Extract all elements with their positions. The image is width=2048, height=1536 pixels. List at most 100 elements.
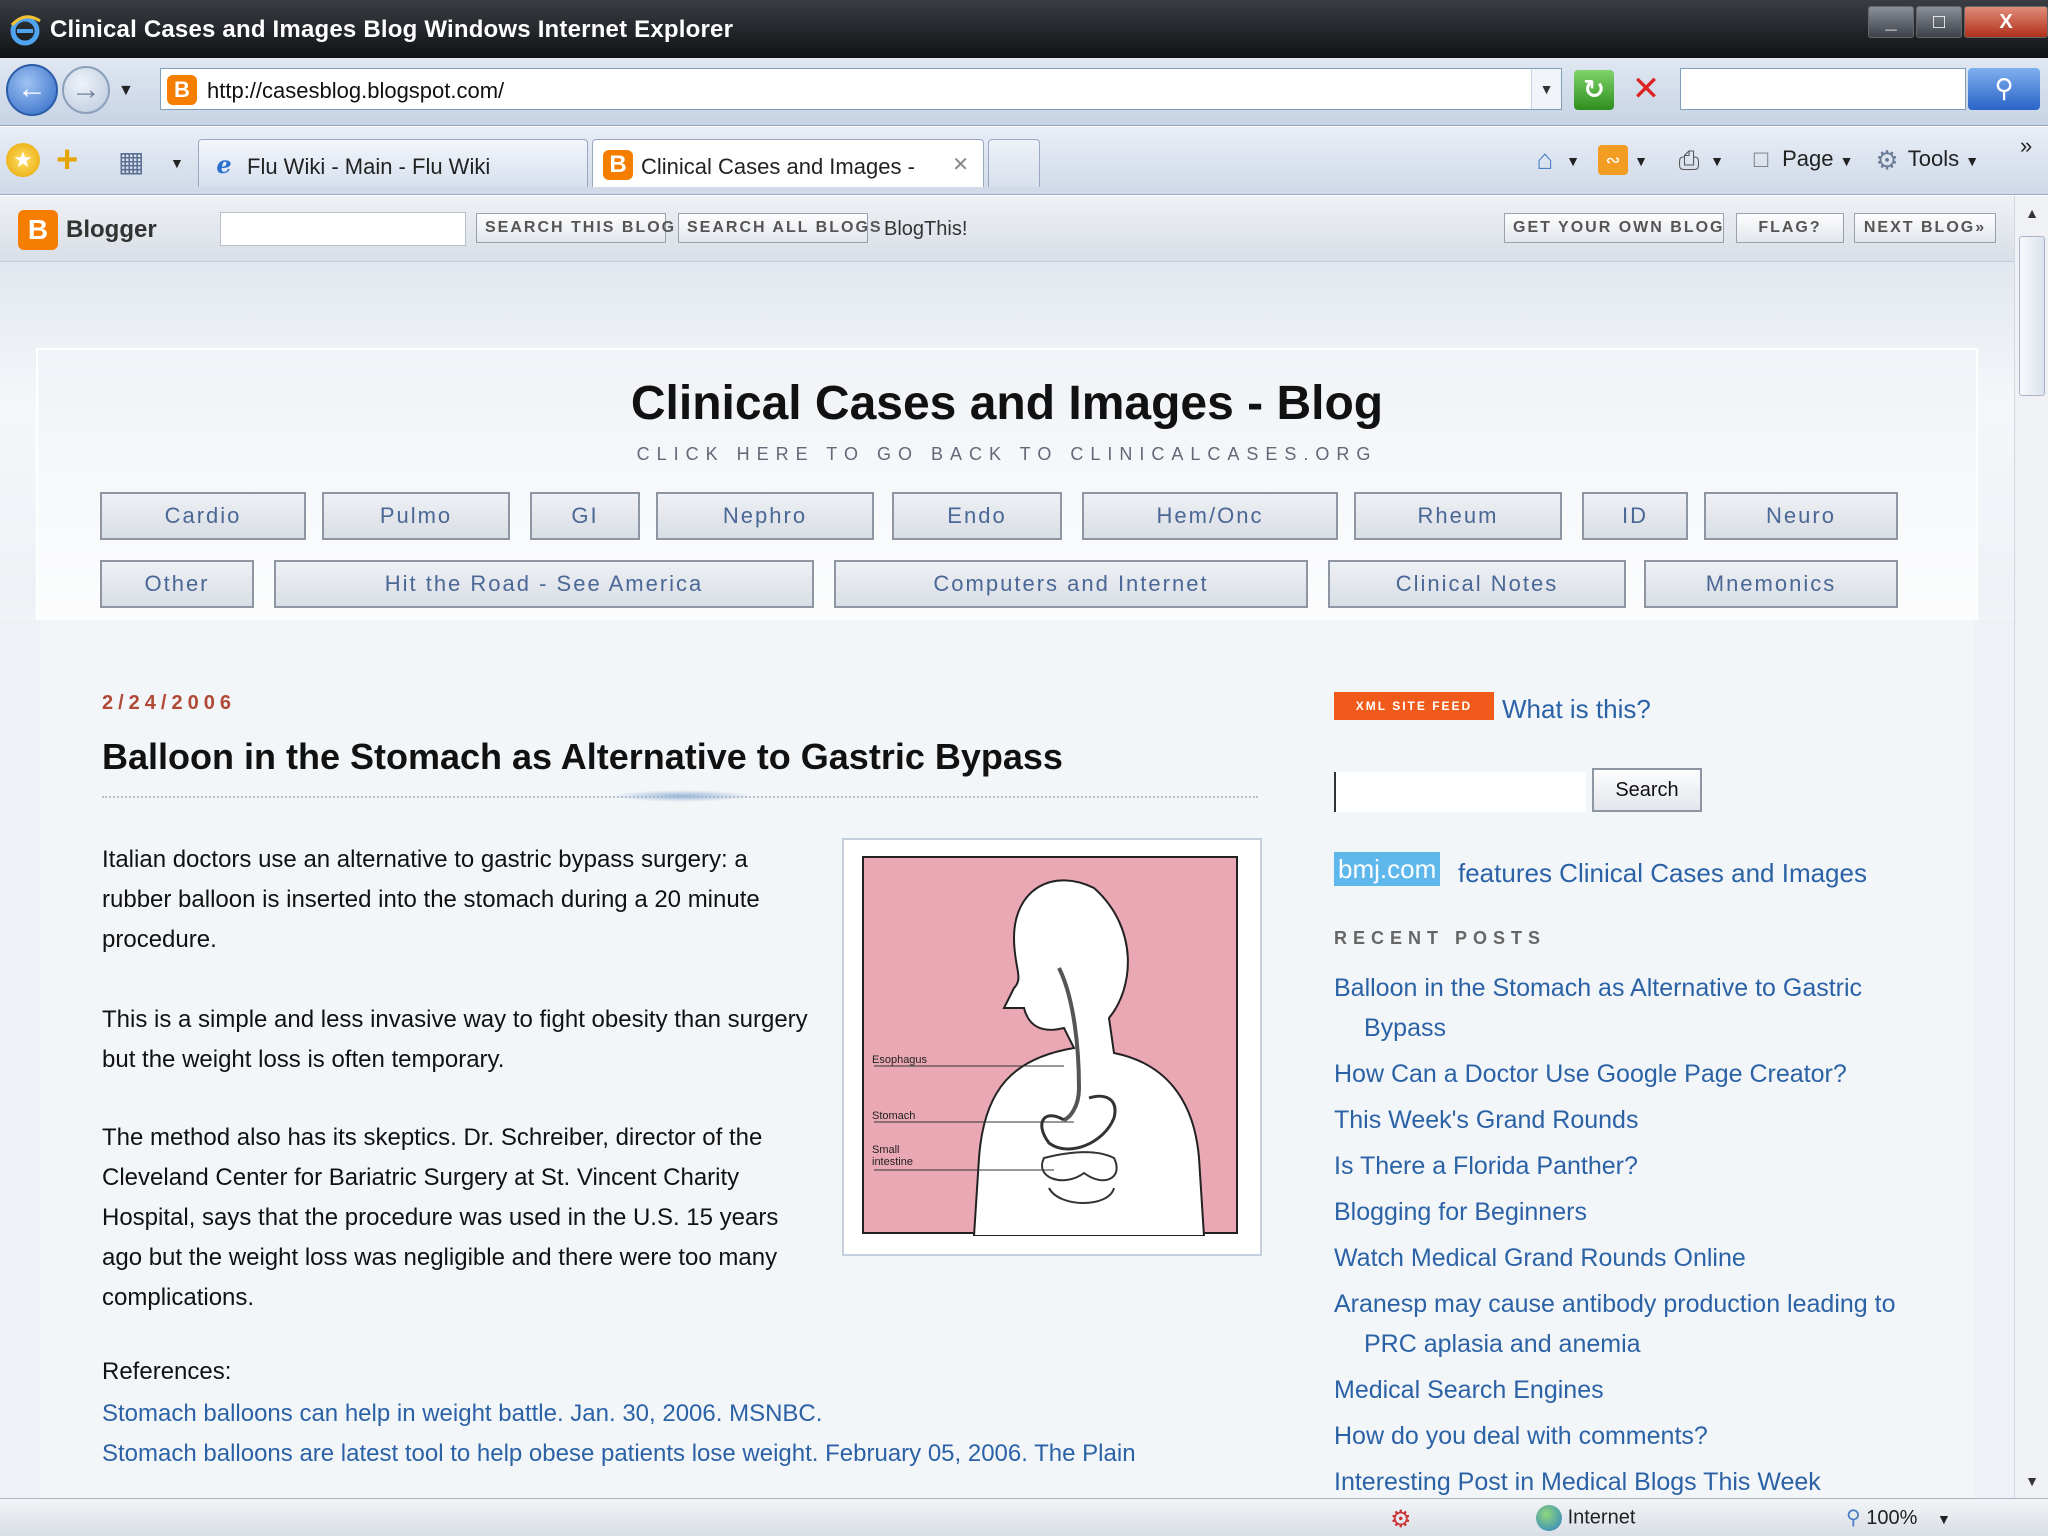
add-favorite-icon[interactable]: + xyxy=(56,139,78,182)
sidebar-search-input[interactable] xyxy=(1334,772,1586,812)
blogthis-link[interactable]: BlogThis! xyxy=(884,218,967,241)
maximize-button[interactable]: □ xyxy=(1916,6,1962,38)
close-tab-icon[interactable]: ✕ xyxy=(952,152,969,177)
ie-icon: e xyxy=(216,150,232,179)
tab-flu-wiki[interactable]: e Flu Wiki - Main - Flu Wiki xyxy=(198,139,588,187)
recent-post-link[interactable]: Aranesp may cause antibody production le… xyxy=(1334,1284,1914,1364)
live-search-input[interactable] xyxy=(1680,68,1966,110)
blogger-navbar: B Blogger SEARCH THIS BLOG SEARCH ALL BL… xyxy=(0,196,2014,262)
url-text[interactable]: http://casesblog.blogspot.com/ xyxy=(207,78,504,104)
zoom-level: 100% xyxy=(1866,1507,1918,1529)
figure-label-small-intestine: Small intestine xyxy=(872,1144,913,1168)
gear-icon: ⚙ xyxy=(1875,145,1899,175)
category-id[interactable]: ID xyxy=(1582,492,1688,540)
title-ornament xyxy=(612,790,752,802)
minimize-button[interactable]: _ xyxy=(1868,6,1914,38)
recent-post-link[interactable]: How Can a Doctor Use Google Page Creator… xyxy=(1334,1054,1914,1094)
forward-button[interactable]: → xyxy=(62,66,110,114)
figure-label-stomach: Stomach xyxy=(872,1110,916,1122)
sidebar-search-button[interactable]: Search xyxy=(1592,768,1702,812)
scroll-down-icon[interactable]: ▼ xyxy=(2015,1464,2048,1498)
scrollbar-thumb[interactable] xyxy=(2019,236,2045,396)
torso-outline-icon xyxy=(874,879,1206,1237)
search-go-button[interactable]: ⚲ xyxy=(1968,68,2040,110)
search-all-blogs-button[interactable]: SEARCH ALL BLOGS xyxy=(678,213,881,243)
recent-post-link[interactable]: How do you deal with comments? xyxy=(1334,1416,1914,1456)
recent-post-link[interactable]: Watch Medical Grand Rounds Online xyxy=(1334,1238,1914,1278)
category-other[interactable]: Other xyxy=(100,560,254,608)
feeds-button[interactable]: ∾ ▼ xyxy=(1598,145,1648,175)
page-menu[interactable]: □ Page ▼ xyxy=(1746,145,1854,175)
bmj-link[interactable]: bmj.com xyxy=(1334,852,1441,886)
vertical-scrollbar[interactable]: ▲ ▼ xyxy=(2014,196,2048,1498)
zone-label: Internet xyxy=(1567,1506,1636,1529)
stop-button[interactable]: ✕ xyxy=(1626,70,1666,110)
site-feed-badge[interactable]: XML SITE FEED xyxy=(1334,692,1494,720)
printer-icon: ⎙ xyxy=(1678,145,1700,175)
back-button[interactable]: ← xyxy=(6,64,58,116)
close-window-button[interactable]: X xyxy=(1964,6,2048,38)
navbar-search-input[interactable] xyxy=(220,212,466,246)
post-paragraph-2: This is a simple and less invasive way t… xyxy=(102,1006,808,1073)
blogger-logo-icon[interactable]: B xyxy=(18,210,58,250)
reference-link-1[interactable]: Stomach balloons can help in weight batt… xyxy=(102,1400,822,1428)
recent-post-link[interactable]: This Week's Grand Rounds xyxy=(1334,1100,1914,1140)
search-this-blog-button[interactable]: SEARCH THIS BLOG xyxy=(476,213,674,243)
get-your-own-blog-button[interactable]: GET YOUR OWN BLOG xyxy=(1504,213,1724,243)
scroll-up-icon[interactable]: ▲ xyxy=(2015,196,2048,230)
references-label: References: xyxy=(102,1358,232,1385)
category-neuro[interactable]: Neuro xyxy=(1704,492,1898,540)
blogger-icon: B xyxy=(603,150,633,180)
tab-clinical-cases[interactable]: B Clinical Cases and Images - ✕ xyxy=(592,139,984,187)
security-status-icon[interactable]: ⚙ xyxy=(1390,1505,1412,1534)
window-title: Clinical Cases and Images Blog Windows I… xyxy=(50,16,734,43)
bmj-feature-text[interactable]: features Clinical Cases and Images xyxy=(1458,858,1867,889)
zoom-dropdown-icon[interactable]: ▼ xyxy=(1937,1511,1951,1527)
tools-menu[interactable]: ⚙ Tools ▼ xyxy=(1872,145,1979,175)
recent-post-link[interactable]: Balloon in the Stomach as Alternative to… xyxy=(1334,968,1914,1048)
recent-post-link[interactable]: Interesting Post in Medical Blogs This W… xyxy=(1334,1462,1914,1498)
recent-post-link[interactable]: Medical Search Engines xyxy=(1334,1370,1914,1410)
tab-label: Clinical Cases and Images - xyxy=(641,154,915,179)
reference-link-2[interactable]: Stomach balloons are latest tool to help… xyxy=(102,1440,1136,1468)
zoom-control[interactable]: ⚲ 100% ▼ xyxy=(1846,1505,1951,1530)
category-computers-internet[interactable]: Computers and Internet xyxy=(834,560,1308,608)
next-blog-button[interactable]: NEXT BLOG» xyxy=(1854,213,1996,243)
new-tab-button[interactable] xyxy=(988,139,1040,187)
refresh-button[interactable]: ↻ xyxy=(1574,70,1614,110)
category-pulmo[interactable]: Pulmo xyxy=(322,492,510,540)
category-nephro[interactable]: Nephro xyxy=(656,492,874,540)
recent-post-link[interactable]: Blogging for Beginners xyxy=(1334,1192,1914,1232)
blogger-favicon-icon: B xyxy=(167,75,197,105)
zone-indicator[interactable]: Internet xyxy=(1536,1505,1635,1531)
category-mnemonics[interactable]: Mnemonics xyxy=(1644,560,1898,608)
blog-title[interactable]: Clinical Cases and Images - Blog xyxy=(0,376,2014,431)
tab-list-dropdown-icon[interactable]: ▼ xyxy=(170,155,184,171)
category-endo[interactable]: Endo xyxy=(892,492,1062,540)
globe-icon xyxy=(1536,1505,1562,1531)
category-cardio[interactable]: Cardio xyxy=(100,492,306,540)
category-gi[interactable]: GI xyxy=(530,492,640,540)
blogger-brand[interactable]: Blogger xyxy=(66,216,157,244)
print-button[interactable]: ⎙ ▼ xyxy=(1674,145,1724,175)
recent-post-link[interactable]: Is There a Florida Panther? xyxy=(1334,1146,1914,1186)
home-button[interactable]: ⌂ ▼ xyxy=(1530,145,1580,175)
category-hem-onc[interactable]: Hem/Onc xyxy=(1082,492,1338,540)
category-clinical-notes[interactable]: Clinical Notes xyxy=(1328,560,1626,608)
window-title-bar: Clinical Cases and Images Blog Windows I… xyxy=(0,0,2048,58)
quick-tabs-icon[interactable]: ▦ xyxy=(118,145,144,178)
gastric-anatomy-figure[interactable]: Esophagus Stomach Small intestine xyxy=(842,838,1262,1256)
category-rheum[interactable]: Rheum xyxy=(1354,492,1562,540)
blog-description-link[interactable]: CLICK HERE TO GO BACK TO CLINICALCASES.O… xyxy=(0,444,2014,465)
post-paragraph-3: The method also has its skeptics. Dr. Sc… xyxy=(102,1124,779,1311)
feed-what-is-this-link[interactable]: What is this? xyxy=(1502,694,1651,725)
address-dropdown-icon[interactable]: ▼ xyxy=(1531,69,1561,109)
ie-logo-icon xyxy=(8,13,42,47)
post-title[interactable]: Balloon in the Stomach as Alternative to… xyxy=(102,736,1063,778)
address-field[interactable]: B http://casesblog.blogspot.com/ ▼ xyxy=(160,68,1562,110)
favorites-center-icon[interactable]: ★ xyxy=(6,143,40,177)
chevron-more-icon[interactable]: » xyxy=(2020,133,2032,159)
flag-button[interactable]: FLAG? xyxy=(1736,213,1844,243)
history-dropdown-icon[interactable]: ▼ xyxy=(118,82,134,100)
category-hit-the-road[interactable]: Hit the Road - See America xyxy=(274,560,814,608)
